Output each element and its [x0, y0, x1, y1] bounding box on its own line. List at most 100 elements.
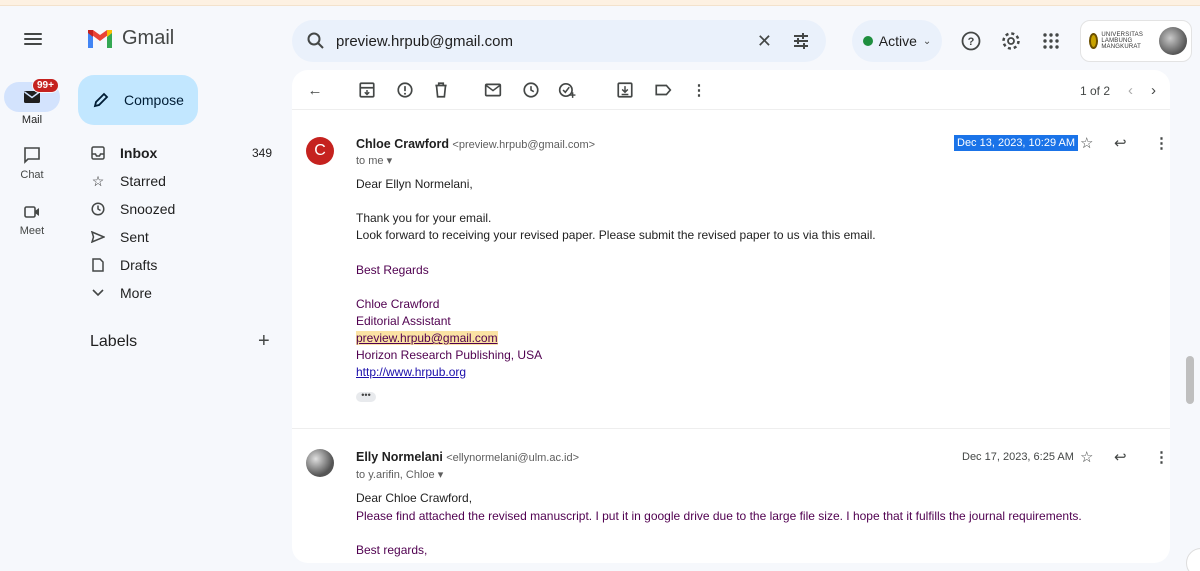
label-icon[interactable]	[654, 81, 672, 99]
send-icon	[90, 229, 106, 245]
back-arrow-icon[interactable]: ←	[306, 81, 324, 99]
message-line: Look forward to receiving your revised p…	[356, 228, 876, 242]
organization-logo: UNIVERSITAS LAMBUNG MANGKURAT	[1089, 32, 1153, 50]
message-date: Dec 13, 2023, 10:29 AM	[954, 135, 1079, 151]
message-line: Dear Chloe Crawford,	[356, 491, 473, 505]
more-vert-icon[interactable]: ⋮	[1154, 134, 1169, 152]
report-spam-icon[interactable]	[396, 81, 414, 99]
message-line: Best Regards	[356, 263, 429, 277]
snooze-clock-icon[interactable]	[522, 81, 540, 99]
rail-meet[interactable]: Meet	[0, 204, 64, 237]
signature-website-wrap: http://www.hrpub.org	[356, 365, 466, 379]
sidebar-item-label: Snoozed	[120, 201, 176, 217]
message-divider	[292, 428, 1170, 429]
recipients-toggle[interactable]: to me ▾	[356, 154, 392, 167]
move-to-icon[interactable]	[616, 81, 634, 99]
message-sender[interactable]: Chloe Crawford <preview.hrpub@gmail.com>	[356, 137, 595, 151]
sidebar-item-starred[interactable]: ☆ Starred	[76, 167, 286, 195]
signature-company: Horizon Research Publishing, USA	[356, 348, 543, 362]
search-options-icon[interactable]	[792, 32, 810, 50]
university-seal-icon	[1089, 33, 1099, 49]
unread-badge: 99+	[32, 78, 59, 93]
apps-grid-icon[interactable]	[1040, 30, 1062, 52]
message-sender[interactable]: Elly Normelani <ellynormelani@ulm.ac.id>	[356, 450, 579, 464]
gmail-logo[interactable]: Gmail	[86, 27, 174, 50]
mark-unread-icon[interactable]	[484, 81, 502, 99]
add-label-icon[interactable]: +	[258, 330, 270, 353]
account-switcher[interactable]: UNIVERSITAS LAMBUNG MANGKURAT	[1080, 20, 1192, 62]
show-trimmed-content-button[interactable]: •••	[356, 391, 376, 402]
status-dot-icon	[862, 36, 873, 46]
rail-chat[interactable]: Chat	[0, 146, 64, 181]
previous-arrow-icon[interactable]: ‹	[1128, 82, 1133, 99]
chevron-down-icon: ⌄	[922, 35, 932, 47]
mail-pill: 99+	[4, 78, 60, 112]
sender-email: <ellynormelani@ulm.ac.id>	[446, 452, 580, 464]
sender-name: Elly Normelani	[356, 450, 443, 464]
chat-icon	[24, 147, 40, 164]
sidebar-item-inbox[interactable]: Inbox 349	[76, 139, 286, 167]
clock-icon	[90, 201, 106, 217]
signature-email-link[interactable]: preview.hrpub@gmail.com	[356, 331, 498, 345]
reply-icon[interactable]: ↩	[1114, 448, 1127, 466]
reply-icon[interactable]: ↩	[1114, 134, 1127, 152]
signature-name: Chloe Crawford	[356, 297, 440, 311]
rail-mail[interactable]: 99+ Mail	[0, 78, 64, 126]
sidebar-item-snoozed[interactable]: Snoozed	[76, 195, 286, 223]
main-menu-icon[interactable]	[24, 30, 42, 48]
star-icon[interactable]: ☆	[1080, 134, 1093, 152]
side-panel-toggle-button[interactable]	[1186, 548, 1200, 571]
search-icon[interactable]	[306, 31, 326, 51]
labels-heading: Labels	[90, 333, 138, 350]
add-task-icon[interactable]	[558, 81, 576, 99]
message-line: Dear Ellyn Normelani,	[356, 177, 473, 191]
app-name: Gmail	[122, 27, 175, 49]
status-label: Active	[878, 33, 917, 49]
message-line: Please find attached the revised manuscr…	[356, 509, 1082, 523]
clear-search-icon[interactable]: ✕	[757, 31, 772, 52]
search-bar[interactable]: preview.hrpub@gmail.com ✕	[292, 20, 826, 62]
sender-avatar[interactable]: C	[306, 137, 334, 165]
recipients-toggle[interactable]: to y.arifin, Chloe ▾	[356, 468, 443, 481]
sidebar-item-label: Sent	[120, 229, 149, 245]
svg-text:?: ?	[968, 36, 975, 48]
pagination-text: 1 of 2	[1079, 83, 1110, 98]
sidebar-item-label: Starred	[120, 173, 166, 189]
sender-email: <preview.hrpub@gmail.com>	[452, 139, 596, 151]
search-input[interactable]: preview.hrpub@gmail.com	[336, 33, 757, 50]
recipients-text: to y.arifin, Chloe	[356, 469, 435, 481]
organization-name: UNIVERSITAS LAMBUNG MANGKURAT	[1101, 32, 1144, 50]
sidebar-item-drafts[interactable]: Drafts	[76, 251, 286, 279]
settings-gear-icon[interactable]	[1000, 30, 1022, 52]
signature-title: Editorial Assistant	[356, 314, 451, 328]
more-vert-icon[interactable]: ⋮	[1154, 448, 1169, 466]
rail-meet-label: Meet	[19, 225, 45, 237]
compose-button[interactable]: Compose	[78, 75, 198, 125]
help-icon[interactable]: ?	[960, 30, 982, 52]
delete-icon[interactable]	[432, 81, 450, 99]
chevron-down-icon	[90, 285, 106, 301]
sidebar-item-label: More	[120, 285, 152, 301]
compose-label: Compose	[124, 92, 184, 108]
message-panel: ← ⋮ 1 of 2 ‹ › C Chloe Crawford <preview…	[292, 70, 1170, 563]
signature-email-wrap: preview.hrpub@gmail.com	[356, 331, 498, 345]
star-icon[interactable]: ☆	[1080, 448, 1093, 466]
sender-avatar[interactable]	[306, 449, 334, 477]
next-arrow-icon[interactable]: ›	[1151, 82, 1156, 99]
pencil-icon	[93, 92, 109, 108]
account-avatar[interactable]	[1159, 27, 1187, 55]
recipients-text: to me	[356, 155, 384, 167]
website-link[interactable]: http://www.hrpub.org	[356, 365, 466, 379]
archive-icon[interactable]	[358, 81, 376, 99]
draft-icon	[90, 257, 106, 273]
sidebar-item-label: Inbox	[120, 145, 158, 161]
status-selector[interactable]: Active ⌄	[852, 20, 942, 62]
sender-name: Chloe Crawford	[356, 137, 450, 151]
sidebar-item-label: Drafts	[120, 257, 158, 273]
sidebar-item-sent[interactable]: Sent	[76, 223, 286, 251]
more-options-icon[interactable]: ⋮	[690, 81, 708, 99]
scrollbar-thumb[interactable]	[1186, 356, 1194, 404]
message-line: Best regards,	[356, 543, 428, 557]
top-border	[0, 0, 1200, 6]
sidebar-item-more[interactable]: More	[76, 279, 286, 307]
